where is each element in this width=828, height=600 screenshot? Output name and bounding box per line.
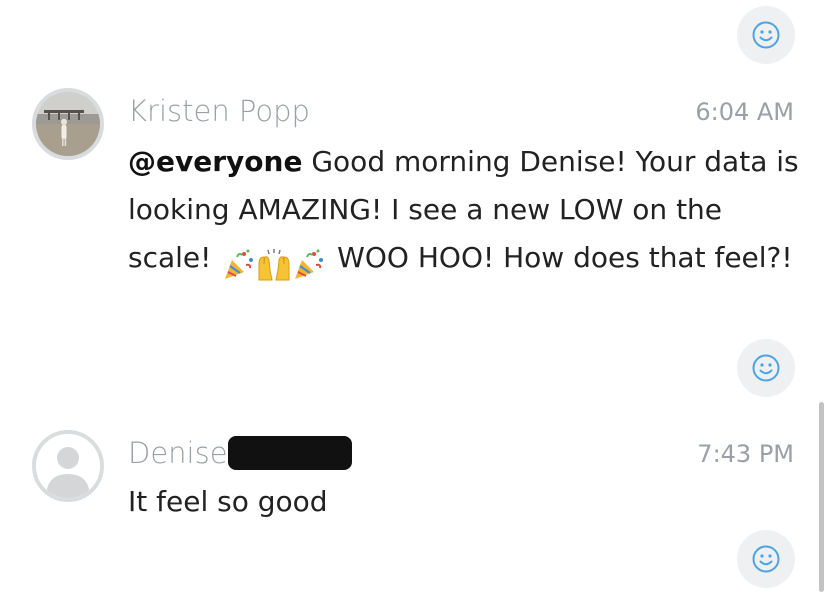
message-timestamp: 6:04 AM [695,98,794,126]
scrollbar[interactable] [819,402,824,592]
smiley-icon [752,21,780,49]
mention-everyone[interactable]: @everyone [128,145,302,178]
smiley-icon [752,545,780,573]
add-reaction-button[interactable] [737,6,795,64]
party-popper-icon [225,249,254,279]
person-silhouette-icon [36,434,100,498]
redaction-bar [228,436,352,470]
beach-photo-avatar [36,92,100,156]
message-body: @everyone Good morning Denise! Your data… [128,138,800,288]
avatar[interactable] [32,430,104,502]
party-popper-icon [295,249,324,279]
avatar[interactable] [32,88,104,160]
add-reaction-button[interactable] [737,530,795,588]
add-reaction-button[interactable] [737,339,795,397]
emoji-group [222,240,326,288]
raised-hands-icon [258,249,290,281]
message-timestamp: 7:43 PM [697,440,794,468]
message-text: WOO HOO! How does that feel?! [328,241,793,274]
message-author[interactable]: Kristen Popp [128,94,310,128]
message-body: It feel so good [128,478,800,526]
message-author[interactable]: Denise [128,436,228,470]
smiley-icon [752,354,780,382]
message-text: It feel so good [128,485,328,518]
